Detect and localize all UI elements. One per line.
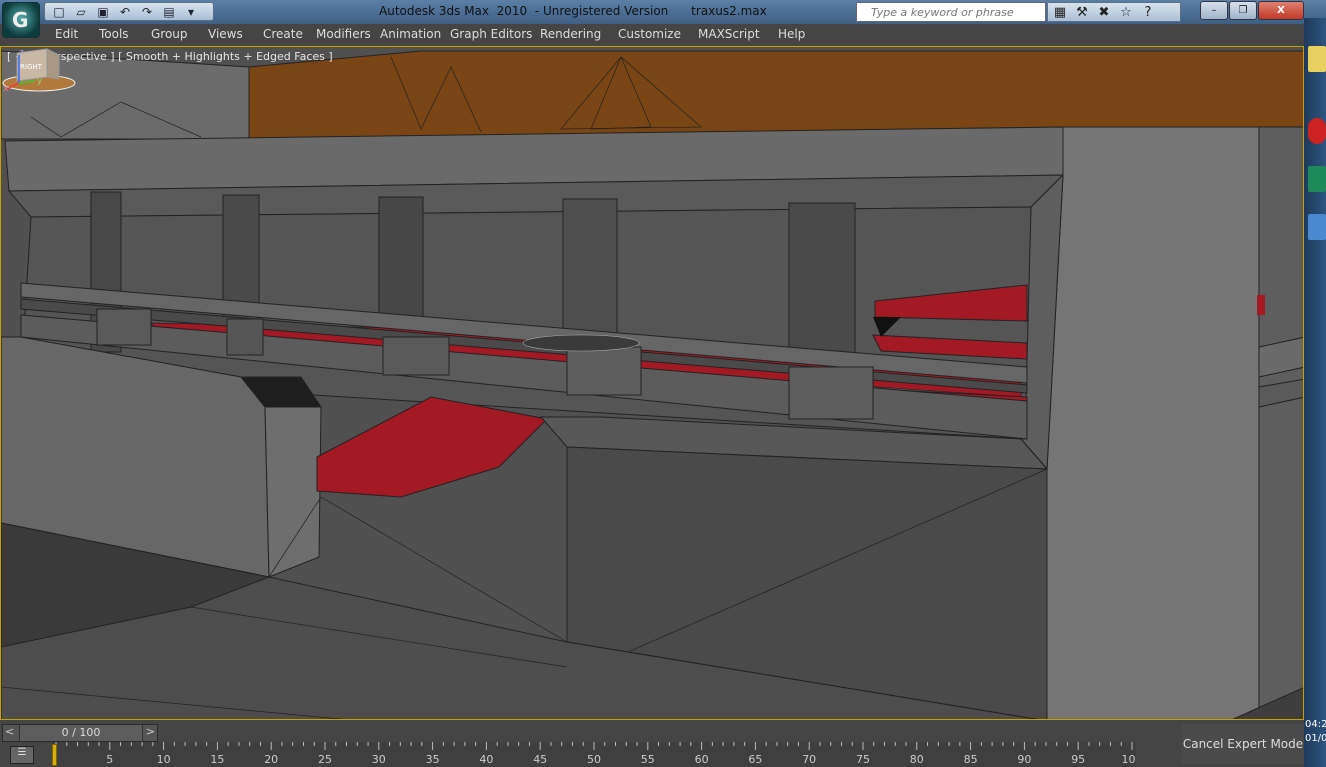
- tick-label: 50: [587, 753, 601, 766]
- tick-label: 15: [210, 753, 224, 766]
- axis-x-label: x: [3, 84, 9, 94]
- communication-icon[interactable]: ✖: [1095, 5, 1113, 20]
- tick-label: 80: [910, 753, 924, 766]
- trackbar-toggle-icon[interactable]: ☰: [10, 746, 34, 764]
- help-icon[interactable]: ?: [1139, 5, 1157, 20]
- track-bar-ticks: 5 10 15 20 25 30 35 40 45 50 55 60 65 70 75 80 85 90 95 100: [55, 742, 1137, 766]
- open-file-icon[interactable]: ▱: [71, 4, 91, 20]
- tick-label: 85: [964, 753, 978, 766]
- perspective-viewport[interactable]: [ + ] [ Perspective ] [ Smooth + Highlig…: [0, 46, 1304, 720]
- tick-label: 40: [479, 753, 493, 766]
- search-input[interactable]: Type a keyword or phrase: [856, 2, 1046, 22]
- menu-modifiers[interactable]: Modifiers: [316, 27, 371, 41]
- subscription-icon[interactable]: ⚒: [1073, 5, 1091, 20]
- cancel-expert-mode-button[interactable]: Cancel Expert Mode: [1182, 724, 1304, 764]
- save-file-icon[interactable]: ▣: [93, 4, 113, 20]
- time-slider-prev-button[interactable]: <: [5, 725, 14, 738]
- menu-tools[interactable]: Tools: [99, 27, 129, 41]
- axis-tripod-icon: z x y: [3, 48, 43, 94]
- tick-label: 30: [372, 753, 386, 766]
- axis-z-label: z: [19, 48, 24, 58]
- tick-label: 60: [695, 753, 709, 766]
- undo-icon[interactable]: ↶: [115, 4, 135, 20]
- menu-maxscript[interactable]: MAXScript: [698, 27, 760, 41]
- taskbar-window-icon[interactable]: [1308, 214, 1326, 240]
- tick-label: 95: [1071, 753, 1085, 766]
- menu-views[interactable]: Views: [208, 27, 243, 41]
- taskbar-folder-icon[interactable]: [1308, 46, 1326, 72]
- chevron-down-icon[interactable]: ▾: [181, 4, 201, 20]
- tick-label: 100: [1122, 753, 1137, 766]
- menu-group[interactable]: Group: [151, 27, 188, 41]
- tick-label: 10: [157, 753, 171, 766]
- tick-label: 70: [802, 753, 816, 766]
- menu-bar: Edit Tools Group Views Create Modifiers …: [0, 24, 1306, 47]
- track-bar[interactable]: 5 10 15 20 25 30 35 40 45 50 55 60 65 70 75 80 85 90 95 100: [52, 742, 1136, 767]
- time-slider-thumb[interactable]: 0 / 100: [19, 725, 143, 741]
- tick-label: 25: [318, 753, 332, 766]
- quick-access-toolbar: □ ▱ ▣ ↶ ↷ ▤ ▾: [44, 2, 214, 21]
- menu-animation[interactable]: Animation: [380, 27, 441, 41]
- menu-help[interactable]: Help: [778, 27, 805, 41]
- binoculars-icon[interactable]: ▦: [1051, 5, 1069, 20]
- scene-render: [1, 50, 1303, 719]
- title-bar: □ ▱ ▣ ↶ ↷ ▤ ▾ Autodesk 3ds Max 2010 - Un…: [0, 0, 1326, 24]
- clock-date: 01/0: [1305, 733, 1326, 744]
- menu-graph-editors[interactable]: Graph Editors: [450, 27, 532, 41]
- tick-label: 35: [426, 753, 440, 766]
- app-logo-icon: G: [12, 8, 29, 32]
- time-slider[interactable]: < 0 / 100 >: [2, 724, 158, 742]
- tick-label: 75: [856, 753, 870, 766]
- tick-label: 45: [533, 753, 547, 766]
- menu-customize[interactable]: Customize: [618, 27, 681, 41]
- frame-cursor[interactable]: [52, 744, 57, 766]
- tick-label: 90: [1017, 753, 1031, 766]
- menu-create[interactable]: Create: [263, 27, 303, 41]
- menu-rendering[interactable]: Rendering: [540, 27, 601, 41]
- taskbar-clock: 04:2 01/0: [1305, 718, 1326, 746]
- window-controls: – ❐ X: [1200, 1, 1304, 20]
- clock-time: 04:2: [1305, 719, 1326, 730]
- tick-label: 55: [641, 753, 655, 766]
- tick-label: 5: [106, 753, 113, 766]
- window-title: Autodesk 3ds Max 2010 - Unregistered Ver…: [379, 4, 767, 18]
- taskbar-app-icon[interactable]: [1308, 166, 1326, 192]
- favorites-star-icon[interactable]: ☆: [1117, 5, 1135, 20]
- menu-edit[interactable]: Edit: [55, 27, 78, 41]
- maximize-button[interactable]: ❐: [1229, 1, 1257, 20]
- minimize-button[interactable]: –: [1200, 1, 1228, 20]
- time-slider-next-button[interactable]: >: [146, 725, 155, 738]
- project-folder-icon[interactable]: ▤: [159, 4, 179, 20]
- axis-y-label: y: [37, 76, 43, 86]
- redo-icon[interactable]: ↷: [137, 4, 157, 20]
- tick-label: 20: [264, 753, 278, 766]
- new-file-icon[interactable]: □: [49, 4, 69, 20]
- infocenter-toolbar: ▦ ⚒ ✖ ☆ ?: [1047, 2, 1181, 22]
- taskbar-browser-icon[interactable]: [1308, 118, 1326, 144]
- bottom-panel: < 0 / 100 > ☰ 5 10 15 20 25 30 35 40 45 50 55 60 65 7…: [0, 720, 1304, 767]
- close-button[interactable]: X: [1258, 1, 1304, 20]
- os-taskbar: 04:2 01/0: [1304, 18, 1326, 767]
- tick-label: 65: [748, 753, 762, 766]
- app-logo-button[interactable]: G: [2, 2, 40, 38]
